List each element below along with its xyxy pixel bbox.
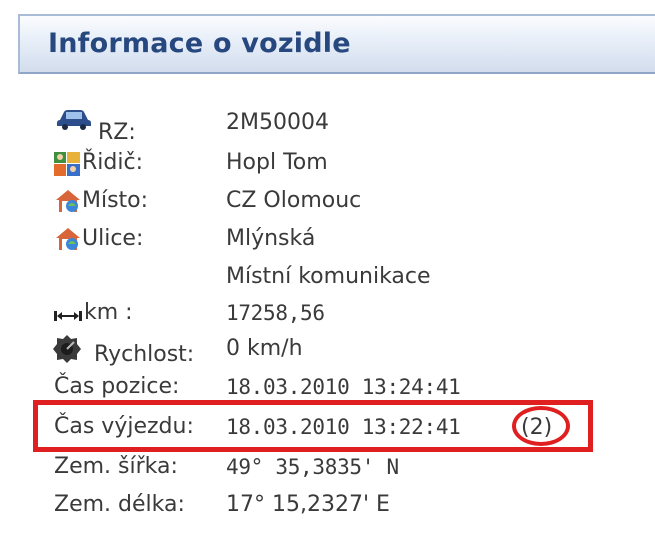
place-label: Místo: xyxy=(82,188,149,213)
position-time-value: 18.03.2010 13:24:41 xyxy=(226,375,461,399)
place-value: CZ Olomouc xyxy=(226,188,362,213)
latitude-label: Zem. šířka: xyxy=(54,454,178,479)
street-value: Mlýnská xyxy=(226,226,316,251)
info-row-street: Ulice: Mlýnská xyxy=(18,224,655,260)
highlight-circle xyxy=(512,406,570,446)
speed-icon xyxy=(53,335,81,363)
latitude-value: 49° 35,3835' N xyxy=(226,455,399,479)
driver-label: Řidič: xyxy=(82,150,143,175)
longitude-value: 17° 15,2327' E xyxy=(226,492,390,517)
rz-label: RZ: xyxy=(98,120,136,145)
rz-value: 2M50004 xyxy=(226,110,329,135)
panel-header: Informace o vozidle xyxy=(18,14,655,74)
highlight-box xyxy=(33,400,593,452)
vehicle-info-panel: Informace o vozidle RZ: 2M50004 Řidič: H… xyxy=(18,14,655,544)
info-row-driver: Řidič: Hopl Tom xyxy=(18,150,655,186)
speed-value: 0 km/h xyxy=(226,336,303,361)
street-icon xyxy=(56,228,80,250)
info-row-longitude: Zem. délka: 17° 15,2327' E xyxy=(18,490,655,526)
info-row-place: Místo: CZ Olomouc xyxy=(18,186,655,222)
info-row-rz: RZ: 2M50004 xyxy=(18,110,655,146)
car-icon xyxy=(57,110,91,130)
km-value: 17258,56 xyxy=(226,301,325,325)
info-row-speed: Rychlost: 0 km/h xyxy=(18,334,655,370)
driver-value: Hopl Tom xyxy=(226,150,328,175)
street-label: Ulice: xyxy=(82,226,144,251)
street-type-value: Místní komunikace xyxy=(226,264,431,289)
longitude-label: Zem. délka: xyxy=(54,492,185,517)
distance-icon xyxy=(54,311,82,321)
position-time-label: Čas pozice: xyxy=(54,374,180,399)
speed-label: Rychlost: xyxy=(94,342,195,367)
info-row-km: km : 17258,56 xyxy=(18,298,655,334)
km-label: km : xyxy=(84,300,133,325)
driver-icon xyxy=(54,152,80,176)
info-row-latitude: Zem. šířka: 49° 35,3835' N xyxy=(18,452,655,488)
panel-title: Informace o vozidle xyxy=(48,28,351,59)
location-icon xyxy=(56,190,80,212)
info-row-street-type: Místní komunikace xyxy=(18,262,655,298)
